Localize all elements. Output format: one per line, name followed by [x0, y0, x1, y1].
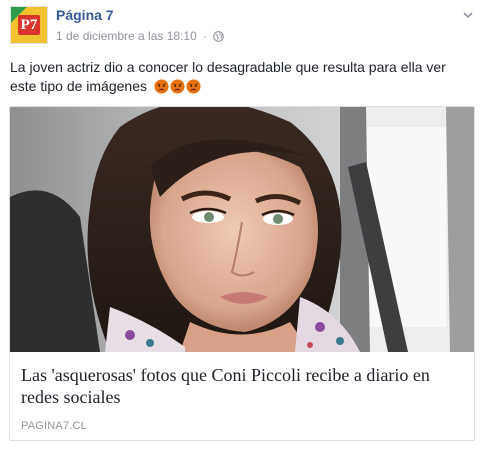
page-logo: P7 — [11, 7, 47, 43]
link-domain: PAGINA7.CL — [21, 420, 87, 432]
page-name-link[interactable]: Página 7 — [56, 7, 114, 23]
post-message-text: La joven actriz dio a conocer lo desagra… — [10, 59, 446, 94]
page-avatar[interactable]: P7 — [10, 6, 48, 44]
chevron-down-icon[interactable] — [462, 8, 474, 20]
globe-icon[interactable] — [212, 30, 224, 42]
post-meta: 1 de diciembre a las 18:10 · — [56, 29, 224, 43]
emoji-row — [154, 79, 202, 94]
angry-face-icon — [154, 79, 169, 94]
angry-face-icon — [170, 79, 185, 94]
angry-face-icon — [186, 79, 201, 94]
post-message: La joven actriz dio a conocer lo desagra… — [10, 58, 472, 96]
facebook-post: P7 Página 7 1 de diciembre a las 18:10 ·… — [0, 0, 484, 449]
link-preview-image[interactable] — [10, 107, 474, 352]
link-title[interactable]: Las 'asquerosas' fotos que Coni Piccoli … — [21, 364, 471, 408]
link-preview-card[interactable]: Las 'asquerosas' fotos que Coni Piccoli … — [9, 106, 475, 441]
meta-separator: · — [202, 29, 207, 43]
post-timestamp[interactable]: 1 de diciembre a las 18:10 — [56, 29, 197, 43]
avatar-text: P7 — [17, 15, 41, 35]
